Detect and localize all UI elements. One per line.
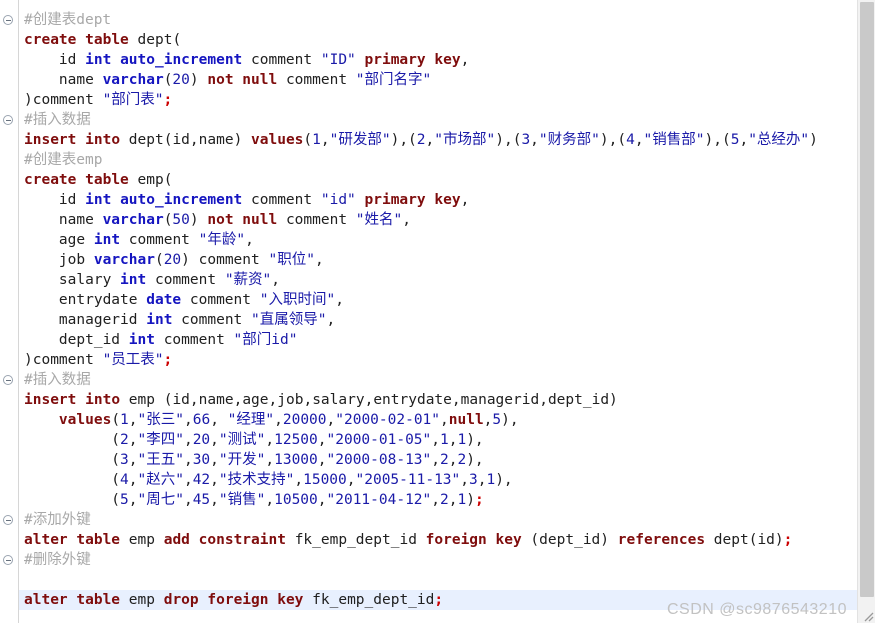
fold-toggle-icon[interactable] [3,115,13,125]
code-line[interactable]: entrydate date comment "入职时间", [0,290,857,310]
code-content-area[interactable]: #创建表dept create table dept( id int auto_i… [0,0,857,623]
fold-toggle-icon[interactable] [3,375,13,385]
code-line[interactable]: insert into dept(id,name) values(1,"研发部"… [0,130,857,150]
vertical-scrollbar-thumb[interactable] [860,2,874,597]
editor-gutter[interactable] [0,0,19,623]
fold-toggle-icon[interactable] [3,515,13,525]
code-line[interactable]: managerid int comment "直属领导", [0,310,857,330]
code-line[interactable]: #插入数据 [0,110,857,130]
csdn-watermark: CSDN @sc9876543210 [666,601,847,618]
code-line[interactable]: #创建表dept [0,10,857,30]
code-line[interactable]: insert into emp (id,name,age,job,salary,… [0,390,857,410]
resize-grip-icon[interactable] [860,608,874,622]
code-line[interactable]: id int auto_increment comment "id" prima… [0,190,857,210]
code-line[interactable]: name varchar(20) not null comment "部门名字" [0,70,857,90]
code-line[interactable]: dept_id int comment "部门id" [0,330,857,350]
code-line[interactable]: id int auto_increment comment "ID" prima… [0,50,857,70]
code-line[interactable] [0,570,857,590]
code-line[interactable]: name varchar(50) not null comment "姓名", [0,210,857,230]
code-line[interactable]: (2,"李四",20,"测试",12500,"2000-01-05",1,1), [0,430,857,450]
code-line[interactable]: create table emp( [0,170,857,190]
vertical-scrollbar[interactable] [857,0,875,623]
code-line[interactable]: (3,"王五",30,"开发",13000,"2000-08-13",2,2), [0,450,857,470]
code-line[interactable]: #删除外键 [0,550,857,570]
code-line[interactable]: alter table emp add constraint fk_emp_de… [0,530,857,550]
code-line[interactable]: #添加外键 [0,510,857,530]
code-line[interactable]: #创建表emp [0,150,857,170]
code-line[interactable]: (4,"赵六",42,"技术支持",15000,"2005-11-13",3,1… [0,470,857,490]
code-line[interactable]: job varchar(20) comment "职位", [0,250,857,270]
code-line[interactable]: (5,"周七",45,"销售",10500,"2011-04-12",2,1); [0,490,857,510]
fold-toggle-icon[interactable] [3,15,13,25]
code-line[interactable]: )comment "部门表"; [0,90,857,110]
code-line[interactable]: create table dept( [0,30,857,50]
sql-code-editor-window: #创建表dept create table dept( id int auto_i… [0,0,875,623]
code-line[interactable]: salary int comment "薪资", [0,270,857,290]
code-line[interactable]: )comment "员工表"; [0,350,857,370]
code-line[interactable]: #插入数据 [0,370,857,390]
code-line[interactable]: age int comment "年龄", [0,230,857,250]
code-line[interactable]: values(1,"张三",66, "经理",20000,"2000-02-01… [0,410,857,430]
fold-toggle-icon[interactable] [3,555,13,565]
